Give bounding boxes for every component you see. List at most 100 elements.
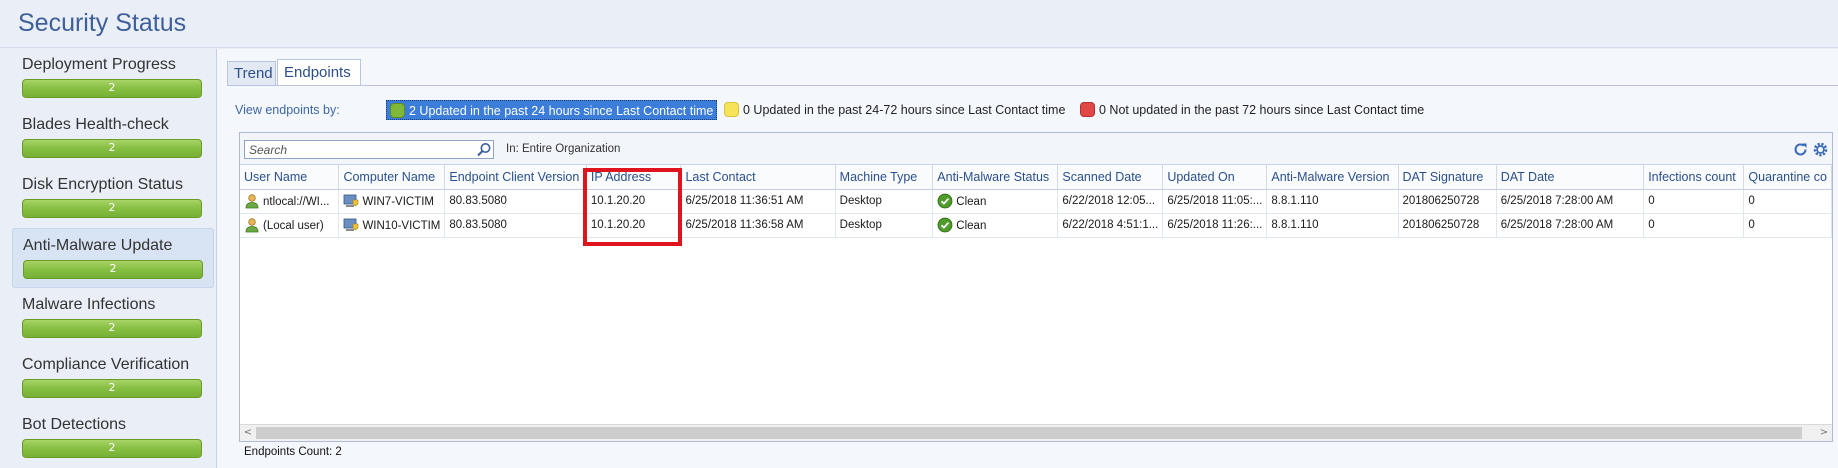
- cell-anti-malware-version: 8.8.1.110: [1266, 213, 1399, 238]
- column-header-dat-signature[interactable]: DAT Signature: [1398, 165, 1497, 190]
- filter-text: 0 Updated in the past 24-72 hours since …: [743, 103, 1066, 117]
- settings-icon[interactable]: [1812, 141, 1829, 158]
- cell-updated-on: 6/25/2018 11:05:...: [1162, 189, 1268, 214]
- cell-anti-malware-version: 8.8.1.110: [1266, 189, 1399, 214]
- tab-endpoints[interactable]: Endpoints: [277, 59, 361, 85]
- cell-dat-date: 6/25/2018 7:28:00 AM: [1496, 189, 1645, 214]
- status-count: 2: [108, 441, 116, 454]
- status-count: 2: [108, 201, 116, 214]
- sidebar-item-malware-infections[interactable]: Malware Infections 2: [12, 288, 214, 348]
- sidebar-item-label: Compliance Verification: [22, 356, 190, 373]
- yellow-status-icon: [724, 102, 739, 117]
- endpoints-grid: In: Entire Organization User Name Compu: [239, 132, 1833, 442]
- sidebar-item-label: Anti-Malware Update: [23, 237, 173, 254]
- tab-trend[interactable]: Trend: [227, 61, 276, 85]
- cell-machine-type: Desktop: [835, 189, 934, 214]
- title-divider: [0, 47, 1838, 48]
- status-count: 2: [108, 81, 116, 94]
- cell-text: WIN10-VICTIM: [362, 220, 441, 232]
- table-header-row: User Name Computer Name Endpoint Client …: [240, 165, 1832, 190]
- cell-text: ntlocal://WI...: [263, 196, 330, 208]
- filter-label: View endpoints by:: [235, 103, 340, 117]
- filter-updated-24h[interactable]: 2 Updated in the past 24 hours since Las…: [386, 100, 718, 120]
- cell-last-contact: 6/25/2018 11:36:51 AM: [680, 189, 836, 214]
- scrollbar-thumb[interactable]: [256, 427, 1802, 439]
- user-icon: [245, 194, 259, 209]
- cell-text: Clean: [956, 196, 987, 208]
- column-header-dat-date[interactable]: DAT Date: [1496, 165, 1645, 190]
- column-header-anti-malware-status[interactable]: Anti-Malware Status: [932, 165, 1059, 190]
- status-count: 2: [108, 381, 116, 394]
- sidebar-item-label: Bot Detections: [22, 416, 127, 433]
- status-bar: 2: [22, 139, 202, 158]
- cell-dat-date: 6/25/2018 7:28:00 AM: [1496, 213, 1645, 238]
- cell-dat-signature: 201806250728: [1398, 213, 1497, 238]
- grid-toolbar: In: Entire Organization: [240, 133, 1832, 165]
- tab-divider: [227, 85, 1838, 86]
- cell-scanned-date: 6/22/2018 12:05...: [1057, 189, 1164, 214]
- status-bar: 2: [22, 439, 202, 458]
- cell-machine-type: Desktop: [835, 213, 934, 238]
- cell-infections-count: 0: [1643, 189, 1745, 214]
- sidebar-item-label: Disk Encryption Status: [22, 176, 183, 193]
- user-icon: [245, 218, 259, 233]
- sidebar-item-compliance-verification[interactable]: Compliance Verification 2: [12, 348, 214, 408]
- sidebar-item-blades-health-check[interactable]: Blades Health-check 2: [12, 108, 214, 168]
- column-header-infections-count[interactable]: Infections count: [1643, 165, 1745, 190]
- sidebar-item-anti-malware-update[interactable]: Anti-Malware Update 2: [12, 228, 214, 288]
- column-header-computer-name[interactable]: Computer Name: [338, 165, 446, 190]
- cell-text: WIN7-VICTIM: [362, 196, 434, 208]
- cell-client-version: 80.83.5080: [444, 189, 587, 214]
- horizontal-scrollbar[interactable]: < >: [240, 424, 1832, 441]
- endpoints-count: Endpoints Count: 2: [244, 446, 342, 458]
- status-count: 2: [109, 262, 117, 275]
- cell-anti-malware-status: Clean: [932, 189, 1059, 214]
- scroll-right-icon[interactable]: >: [1818, 427, 1830, 439]
- search-scope: In: Entire Organization: [506, 143, 621, 155]
- cell-quarantine-count: 0: [1743, 189, 1832, 214]
- column-header-quarantine-count[interactable]: Quarantine co: [1743, 165, 1832, 190]
- endpoints-table: User Name Computer Name Endpoint Client …: [240, 165, 1832, 238]
- cell-computer-name: WIN10-VICTIM: [338, 213, 446, 238]
- table-row[interactable]: ntlocal://WI... WIN7-VICTIM 80.83.5080 1…: [240, 189, 1832, 214]
- cell-infections-count: 0: [1643, 213, 1745, 238]
- cell-client-version: 80.83.5080: [444, 213, 587, 238]
- sidebar-item-bot-detections[interactable]: Bot Detections 2: [12, 408, 214, 468]
- column-header-machine-type[interactable]: Machine Type: [835, 165, 934, 190]
- cell-scanned-date: 6/22/2018 4:51:1...: [1057, 213, 1164, 238]
- page-title: Security Status: [18, 9, 187, 37]
- status-bar: 2: [22, 199, 202, 218]
- column-header-client-version[interactable]: Endpoint Client Version: [444, 165, 587, 190]
- filter-updated-24-72h[interactable]: 0 Updated in the past 24-72 hours since …: [721, 100, 1068, 120]
- sidebar-item-disk-encryption-status[interactable]: Disk Encryption Status 2: [12, 168, 214, 228]
- check-circle-icon: [937, 217, 953, 233]
- column-header-scanned-date[interactable]: Scanned Date: [1057, 165, 1164, 190]
- column-header-anti-malware-version[interactable]: Anti-Malware Version: [1266, 165, 1399, 190]
- sidebar: Deployment Progress 2 Blades Health-chec…: [12, 48, 214, 468]
- cell-text: Clean: [956, 220, 987, 232]
- column-header-updated-on[interactable]: Updated On: [1162, 165, 1268, 190]
- green-status-icon: [390, 103, 405, 118]
- computer-icon: [344, 194, 359, 207]
- sidebar-item-label: Deployment Progress: [22, 56, 176, 73]
- sidebar-item-deployment-progress[interactable]: Deployment Progress 2: [12, 48, 214, 108]
- filter-text: 0 Not updated in the past 72 hours since…: [1099, 103, 1425, 117]
- status-bar: 2: [22, 319, 202, 338]
- ip-address-highlight-annotation: [583, 168, 682, 246]
- scroll-left-icon[interactable]: <: [242, 427, 254, 439]
- computer-icon: [344, 218, 359, 231]
- cell-quarantine-count: 0: [1743, 213, 1832, 238]
- sidebar-item-label: Malware Infections: [22, 296, 156, 313]
- cell-dat-signature: 201806250728: [1398, 189, 1497, 214]
- filter-not-updated-72h[interactable]: 0 Not updated in the past 72 hours since…: [1077, 100, 1427, 120]
- column-header-user-name[interactable]: User Name: [240, 165, 340, 190]
- search-icon[interactable]: [476, 142, 492, 158]
- refresh-icon[interactable]: [1792, 141, 1809, 158]
- column-header-last-contact[interactable]: Last Contact: [680, 165, 836, 190]
- status-bar: 2: [22, 379, 202, 398]
- cell-anti-malware-status: Clean: [932, 213, 1059, 238]
- table-row[interactable]: (Local user) WIN10-VICTIM 80.83.5080 10.…: [240, 213, 1832, 238]
- search-input[interactable]: [244, 140, 494, 159]
- status-count: 2: [108, 321, 116, 334]
- red-status-icon: [1080, 102, 1095, 117]
